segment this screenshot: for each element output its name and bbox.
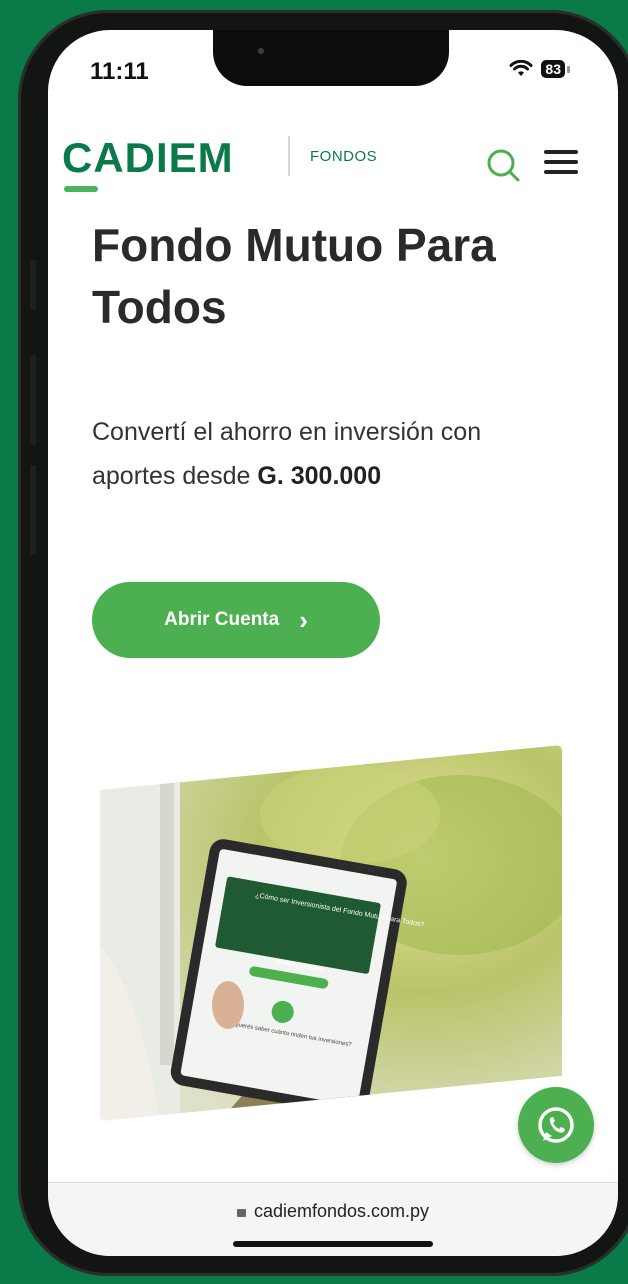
hero-lead: Convertí el ahorro en inversión con apor… [92, 410, 562, 498]
front-camera [258, 48, 264, 54]
wifi-icon [509, 60, 533, 76]
status-indicators: 83 [509, 60, 570, 78]
home-indicator[interactable] [233, 1241, 433, 1247]
battery-tip [567, 65, 570, 73]
logo-accent-bar [64, 186, 98, 192]
chevron-right-icon: › [299, 605, 308, 635]
url-text: cadiemfondos.com.py [253, 1201, 430, 1221]
whatsapp-button[interactable] [518, 1087, 594, 1163]
lock-icon [236, 1209, 246, 1217]
mute-switch [30, 260, 36, 310]
hero-lead-amount: G. 300.000 [257, 462, 382, 490]
site-header: CADIEM FONDOS [62, 130, 592, 200]
brand-logo[interactable]: CADIEM [62, 134, 234, 182]
battery-level: 83 [541, 60, 565, 78]
phone-screen: 11:11 83 CADIEM FONDOS Fondo Mutuo Para … [48, 30, 618, 1256]
logo-divider [288, 136, 290, 176]
hamburger-menu-icon [544, 150, 578, 154]
notch [213, 30, 449, 86]
brand-subtitle: FONDOS [310, 148, 378, 165]
open-account-button[interactable]: Abrir Cuenta › [92, 582, 380, 658]
status-time: 11:11 [90, 58, 149, 85]
hamburger-menu-button[interactable] [544, 150, 578, 180]
url-display[interactable]: cadiemfondos.com.py [48, 1201, 618, 1222]
open-account-label: Abrir Cuenta [164, 609, 280, 630]
hamburger-line [544, 160, 578, 164]
hero-photo: ¿Cómo ser cliente? ¿Cómo ser Inversionis… [100, 745, 562, 1121]
search-button[interactable] [484, 144, 524, 184]
search-icon [487, 149, 520, 182]
hamburger-line [544, 170, 578, 174]
hero-title: Fondo Mutuo Para Todos [92, 219, 496, 333]
browser-address-bar[interactable]: cadiemfondos.com.py [48, 1182, 618, 1256]
volume-down-button [30, 465, 36, 555]
tablet-photo-illustration: ¿Cómo ser cliente? ¿Cómo ser Inversionis… [100, 745, 562, 1121]
volume-up-button [30, 355, 36, 445]
whatsapp-icon [538, 1107, 574, 1143]
